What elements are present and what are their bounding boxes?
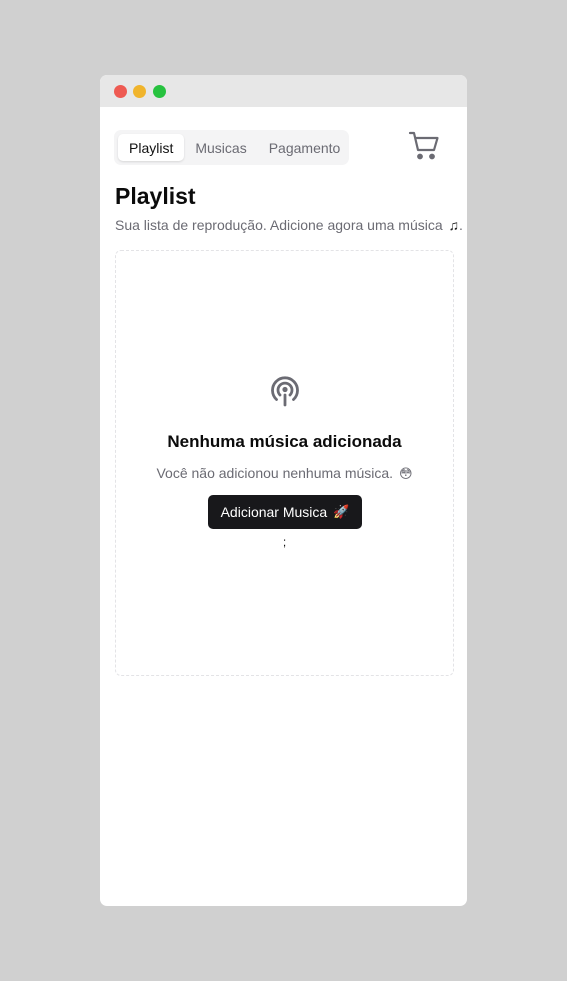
stray-semicolon-text: ; (282, 535, 287, 549)
empty-state-text: Você não adicionou nenhuma música. 😳 (116, 465, 453, 482)
music-note-icon: ♫ (448, 217, 460, 233)
add-music-button-label: Adicionar Musica (220, 504, 328, 520)
empty-state-panel: Nenhuma música adicionada Você não adici… (115, 250, 454, 676)
window-titlebar (100, 75, 467, 107)
tab-pagamento[interactable]: Pagamento (258, 134, 352, 161)
empty-state-message: Você não adicionou nenhuma música. (156, 465, 394, 481)
minimize-window-button[interactable] (133, 85, 146, 98)
empty-state-title: Nenhuma música adicionada (167, 432, 402, 451)
page-subtitle-suffix: . (459, 217, 463, 233)
flushed-face-icon: 😳 (398, 466, 413, 481)
maximize-window-button[interactable] (153, 85, 166, 98)
rocket-icon: 🚀 (333, 504, 350, 519)
shopping-cart-icon[interactable] (408, 130, 440, 162)
close-window-button[interactable] (114, 85, 127, 98)
tab-list: Playlist Musicas Pagamento (114, 130, 349, 165)
podcast-icon (267, 374, 303, 410)
tab-musicas[interactable]: Musicas (184, 134, 257, 161)
add-music-button[interactable]: Adicionar Musica 🚀 (208, 495, 362, 529)
page-subtitle: Sua lista de reprodução. Adicione agora … (115, 217, 463, 233)
page-subtitle-text: Sua lista de reprodução. Adicione agora … (115, 217, 443, 233)
page-title: Playlist (115, 183, 196, 209)
tab-playlist[interactable]: Playlist (118, 134, 185, 161)
app-window: Playlist Musicas Pagamento Playlist Sua … (100, 75, 467, 906)
